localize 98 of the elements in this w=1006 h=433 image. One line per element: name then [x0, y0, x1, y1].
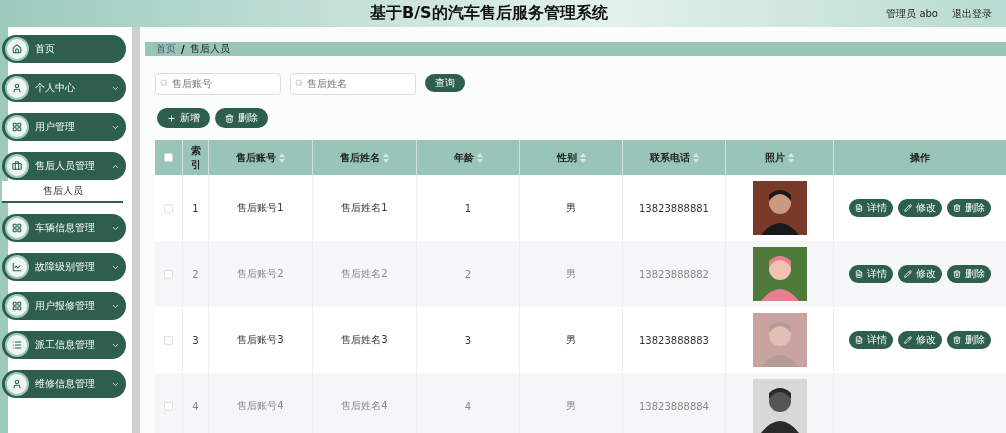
add-icon — [167, 113, 176, 123]
edit-icon — [904, 204, 912, 212]
column-header: 操作 — [910, 150, 930, 165]
select-all-checkbox[interactable] — [164, 153, 173, 162]
table-cell: 男 — [566, 201, 576, 215]
delete-button[interactable]: 删除 — [947, 199, 991, 217]
row-checkbox[interactable] — [164, 203, 173, 213]
table-cell: 售后姓名1 — [341, 201, 388, 215]
nav-item[interactable]: 用户管理 — [2, 113, 126, 141]
detail-button[interactable]: 详情 — [849, 199, 893, 217]
nav-item[interactable]: 故障级别管理 — [2, 253, 126, 281]
nav-item[interactable]: 维修信息管理 — [2, 370, 126, 398]
table-cell: 售后账号4 — [237, 399, 284, 413]
nav-label: 维修信息管理 — [35, 377, 96, 391]
edit-icon — [904, 270, 912, 278]
breadcrumb-item[interactable]: 首页 — [156, 42, 176, 56]
nav-item[interactable]: 首页 — [2, 35, 126, 63]
table-cell: 2 — [464, 268, 472, 280]
column-header: 售后姓名 — [340, 150, 380, 165]
briefcase-icon — [12, 161, 22, 171]
detail-button[interactable]: 详情 — [849, 265, 893, 283]
column-header: 售后账号 — [236, 150, 276, 165]
search-icon — [295, 79, 303, 87]
column-header: 联系电话 — [649, 150, 690, 165]
delete-icon — [953, 204, 961, 212]
grid-icon — [12, 223, 22, 233]
table-cell: 3 — [464, 334, 472, 346]
delete-button[interactable]: 删除 — [947, 331, 991, 349]
edit-button[interactable]: 修改 — [898, 199, 942, 217]
column-header: 性别 — [556, 150, 577, 165]
table-cell: 13823888881 — [639, 202, 709, 214]
table-cell: 售后账号2 — [237, 267, 284, 281]
edit-icon — [904, 336, 912, 344]
table-cell: 3 — [192, 334, 199, 346]
table-cell: 男 — [566, 399, 576, 413]
row-checkbox[interactable] — [164, 335, 173, 345]
delete-icon — [225, 113, 234, 123]
delete-icon — [953, 270, 961, 278]
column-header: 年龄 — [453, 150, 474, 165]
list-icon — [12, 340, 22, 350]
table-cell: 售后姓名3 — [341, 333, 388, 347]
detail-icon — [855, 270, 863, 278]
search-field[interactable]: 售后账号 — [155, 72, 281, 95]
column-header: 索引 — [189, 143, 202, 172]
nav-label: 售后人员管理 — [35, 159, 96, 173]
delete-icon — [953, 336, 961, 344]
search-field[interactable]: 售后姓名 — [290, 72, 416, 95]
table-cell: 4 — [192, 400, 199, 412]
row-checkbox[interactable] — [164, 269, 173, 279]
nav-item[interactable]: 车辆信息管理 — [2, 214, 126, 242]
table-cell: 售后姓名2 — [341, 267, 388, 281]
table-cell: 1 — [192, 202, 199, 214]
grid-icon — [12, 301, 22, 311]
person-icon — [12, 83, 22, 93]
nav-label: 用户报修管理 — [35, 299, 96, 313]
house-icon — [12, 44, 22, 54]
nav-label: 首页 — [35, 42, 56, 56]
column-header: 照片 — [765, 150, 785, 165]
add-button[interactable]: 新增 — [157, 108, 210, 128]
table-cell: 售后账号3 — [237, 333, 284, 347]
edit-button[interactable]: 修改 — [898, 265, 942, 283]
search-icon — [160, 79, 168, 87]
breadcrumb-item: 售后人员 — [189, 42, 230, 56]
table-cell: 售后账号1 — [237, 201, 284, 215]
nav-item[interactable]: 派工信息管理 — [2, 331, 126, 359]
user-name: 管理员 abo — [886, 6, 938, 21]
table-cell: 13823888884 — [639, 400, 709, 412]
nav-subitem[interactable]: 售后人员 — [2, 181, 123, 203]
detail-button[interactable]: 详情 — [849, 331, 893, 349]
nav-label: 派工信息管理 — [35, 338, 96, 352]
nav-item[interactable]: 售后人员管理 — [2, 152, 126, 180]
nav-label: 个人中心 — [35, 81, 76, 95]
row-checkbox[interactable] — [164, 401, 173, 411]
table-cell: 男 — [566, 267, 576, 281]
logout-link[interactable]: 退出登录 — [952, 6, 992, 21]
person-icon — [12, 379, 22, 389]
nav-item[interactable]: 用户报修管理 — [2, 292, 126, 320]
table-cell: 13823888882 — [639, 268, 709, 280]
detail-icon — [855, 336, 863, 344]
query-button[interactable]: 查询 — [425, 74, 465, 92]
nav-label: 用户管理 — [35, 120, 76, 134]
table-cell: 2 — [192, 268, 199, 280]
delete-button[interactable]: 删除 — [215, 108, 268, 128]
edit-button[interactable]: 修改 — [898, 331, 942, 349]
table-cell: 13823888883 — [639, 334, 709, 346]
table-cell: 男 — [566, 333, 576, 347]
delete-button[interactable]: 删除 — [947, 265, 991, 283]
grid-icon — [12, 122, 22, 132]
breadcrumb-separator: / — [181, 43, 185, 55]
table-cell: 售后姓名4 — [341, 399, 388, 413]
nav-label: 车辆信息管理 — [35, 221, 96, 235]
chart-icon — [12, 262, 22, 272]
app-title: 基于B/S的汽车售后服务管理系统 — [370, 3, 609, 24]
table-cell: 4 — [464, 400, 472, 412]
nav-item[interactable]: 个人中心 — [2, 74, 126, 102]
detail-icon — [855, 204, 863, 212]
nav-label: 故障级别管理 — [35, 260, 96, 274]
table-cell: 1 — [464, 202, 472, 214]
